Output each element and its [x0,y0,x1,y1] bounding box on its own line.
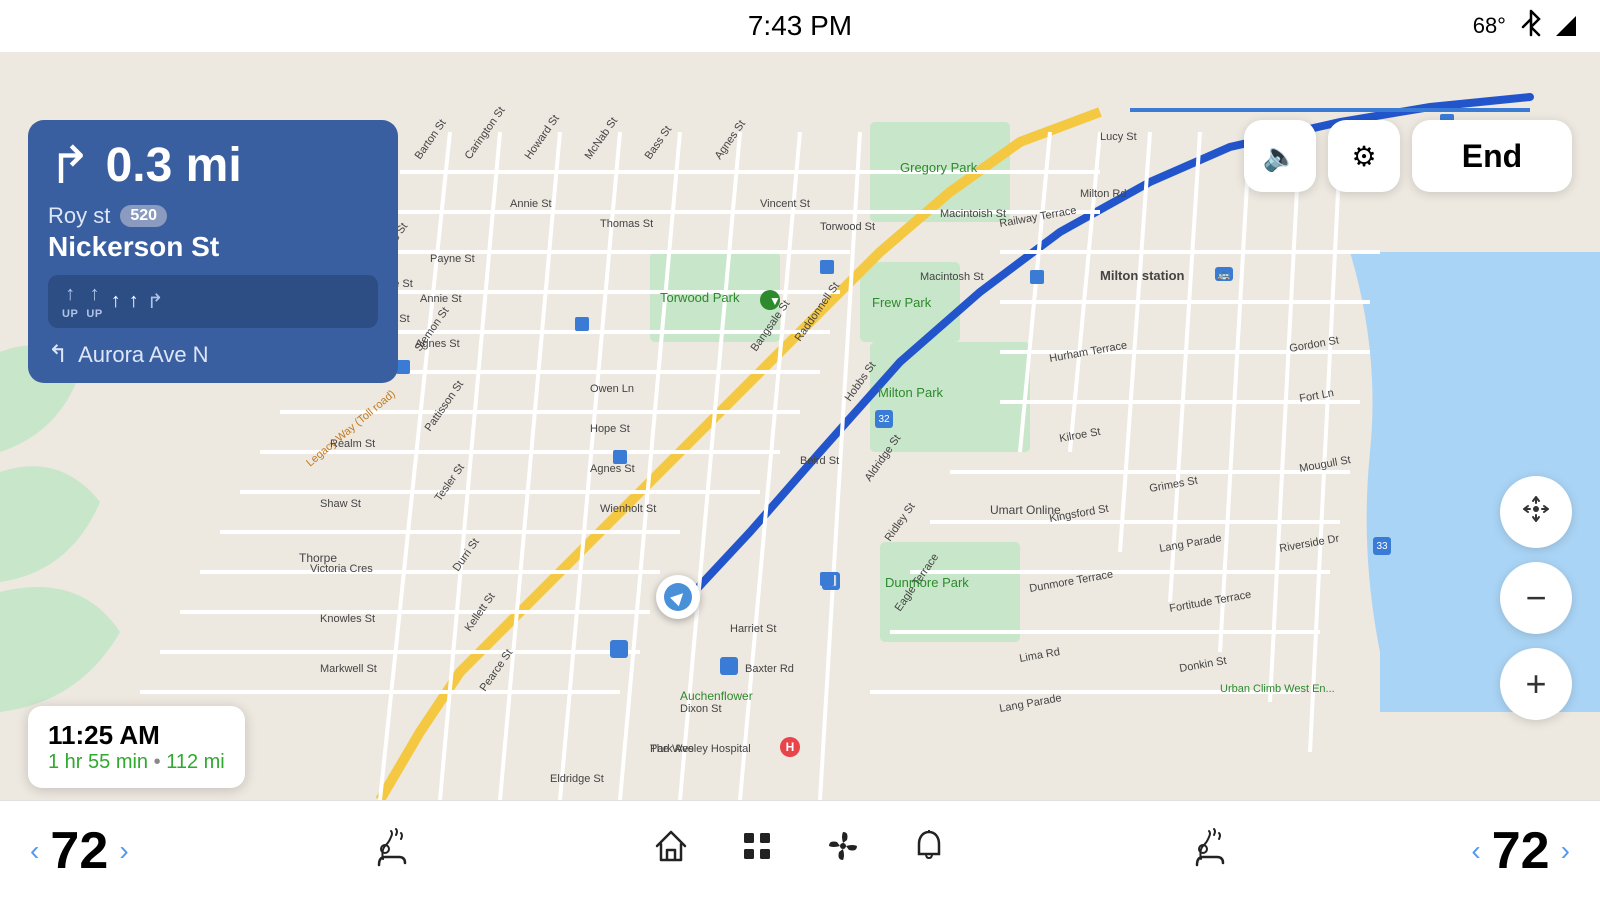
auchenflower-label: Auchenflower [680,689,753,703]
map-area[interactable]: Gregory Park Frew Park Torwood Park ▼ Mi… [0,52,1600,800]
svg-text:Hope St: Hope St [590,423,630,435]
svg-text:Macintosh St: Macintosh St [920,271,984,283]
svg-text:Baxter Rd: Baxter Rd [745,663,794,675]
recenter-button[interactable] [1500,476,1572,548]
trip-distance: 112 mi [166,751,225,773]
svg-text:Macintoish St: Macintoish St [940,208,1006,220]
navigation-panel: ↱ 0.3 mi Roy st 520 Nickerson St ↑ UP ↑ … [28,120,398,383]
right-controls: − + [1500,476,1572,720]
lane-4: ↑ [129,290,139,313]
lane-indicators: ↑ UP ↑ UP ↑ ↑ ↱ [48,275,378,328]
location-marker: ▶ [656,575,700,619]
zoom-out-button[interactable]: − [1500,562,1572,634]
direction-arrow: ▶ [667,586,690,609]
milton-park-label: Milton Park [878,385,944,400]
svg-text:Eldridge St: Eldridge St [550,773,604,785]
bluetooth-icon [1520,9,1542,43]
right-temp-control: ‹ 72 › [1471,821,1570,881]
svg-text:Annie St: Annie St [420,293,462,305]
lane-2: ↑ UP [86,283,102,320]
left-seat-heat-icon [371,827,411,875]
trip-duration: 1 hr 55 min [48,751,148,773]
temperature-display: 68° [1473,13,1506,39]
settings-icon: ⚙ [1351,140,1376,173]
mute-button[interactable]: 🔈 [1244,120,1316,192]
lane-1: ↑ UP [62,283,78,320]
street-name-2: Nickerson St [48,231,378,263]
street-name-1: Roy st [48,203,110,229]
svg-text:Victoria Cres: Victoria Cres [310,563,373,575]
svg-text:Shaw St: Shaw St [320,498,361,510]
left-temp-increase[interactable]: › [119,835,128,867]
signal-icon [1556,16,1576,36]
left-temp-value: 72 [49,821,109,881]
svg-text:Payne St: Payne St [430,253,475,265]
fan-button[interactable] [825,828,861,873]
svg-text:🚌: 🚌 [1218,270,1231,281]
right-seat-heat-icon [1189,827,1229,875]
svg-text:Beird St: Beird St [800,455,839,467]
next-turn-arrow-icon: ↰ [48,340,68,369]
svg-text:Owen Ln: Owen Ln [590,383,634,395]
svg-text:Annie St: Annie St [510,198,552,210]
zoom-out-icon: − [1525,580,1546,616]
svg-text:Markwell St: Markwell St [320,663,377,675]
svg-text:Vincent St: Vincent St [760,198,810,210]
svg-text:Realm St: Realm St [330,438,375,450]
status-bar: 7:43 PM 68° [0,0,1600,52]
svg-text:Agnes St: Agnes St [590,463,635,475]
right-temp-increase[interactable]: › [1561,835,1570,867]
settings-button[interactable]: ⚙ [1328,120,1400,192]
end-navigation-button[interactable]: End [1412,120,1572,192]
right-temp-decrease[interactable]: ‹ [1471,835,1480,867]
left-temp-control: ‹ 72 › [30,821,129,881]
zoom-in-icon: + [1525,666,1546,702]
svg-text:Lucy St: Lucy St [1100,131,1137,143]
next-turn: ↰ Aurora Ave N [48,340,378,369]
home-button[interactable] [653,828,689,873]
svg-text:Thomas St: Thomas St [600,218,653,230]
svg-text:Knowles St: Knowles St [320,613,375,625]
urban-climb-label: Urban Climb West En... [1220,683,1335,695]
svg-text:32: 32 [878,414,890,425]
street-info: Roy st 520 Nickerson St [48,203,378,263]
bell-button[interactable] [911,828,947,873]
top-controls: 🔈 ⚙ End [1244,120,1572,192]
svg-text:Dixon St: Dixon St [680,703,722,715]
svg-text:Agnes St: Agnes St [415,338,460,350]
move-icon [1520,493,1552,532]
turn-arrow-icon: ↱ [48,140,92,192]
lane-3: ↑ [111,290,121,313]
svg-text:Torwood St: Torwood St [820,221,875,233]
svg-text:Wienholt St: Wienholt St [600,503,656,515]
route-badge: 520 [120,205,167,227]
milton-station-label: Milton station [1100,268,1185,283]
svg-text:Park Ave: Park Ave [650,743,694,755]
svg-text:Milton Rd: Milton Rd [1080,188,1126,200]
arrival-time: 11:25 AM [48,720,225,751]
torwood-park-label: Torwood Park [660,290,740,305]
mute-icon: 🔈 [1263,140,1298,173]
zoom-in-button[interactable]: + [1500,648,1572,720]
svg-text:Harriet St: Harriet St [730,623,776,635]
lane-5: ↱ [147,289,164,314]
eta-box: 11:25 AM 1 hr 55 min • 112 mi [28,706,245,788]
left-temp-decrease[interactable]: ‹ [30,835,39,867]
separator: • [154,751,167,773]
center-nav-icons [653,828,947,873]
svg-text:H: H [786,740,795,754]
gregory-park-label: Gregory Park [900,160,978,175]
right-temp-value: 72 [1491,821,1551,881]
frew-park-label: Frew Park [872,295,932,310]
eta-details: 1 hr 55 min • 112 mi [48,751,225,774]
svg-text:33: 33 [1376,541,1388,552]
current-time: 7:43 PM [541,10,1058,42]
apps-button[interactable] [739,828,775,873]
distance-display: 0.3 mi [106,138,242,193]
bottom-bar: ‹ 72 › [0,800,1600,900]
next-turn-street: Aurora Ave N [78,342,208,368]
status-icons: 68° [1059,9,1576,43]
